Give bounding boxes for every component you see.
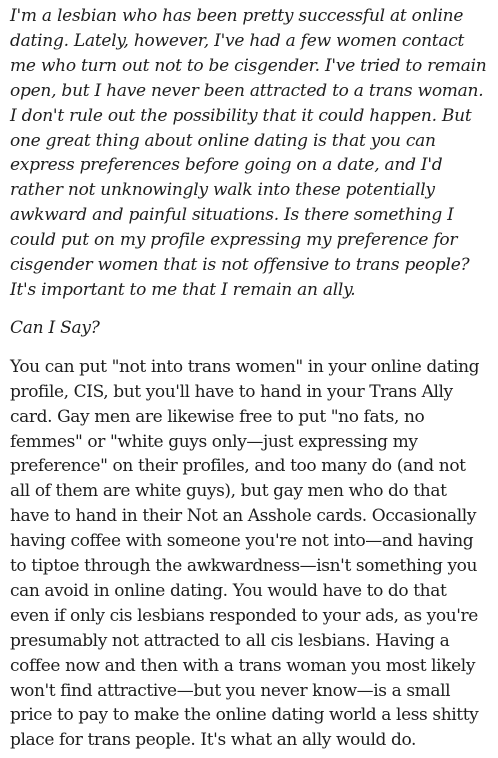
letter-signoff: Can I Say?: [10, 317, 100, 338]
advice-column: I'm a lesbian who has been pretty succes…: [10, 4, 488, 753]
columnist-answer: You can put "not into trans women" in yo…: [10, 356, 480, 751]
reader-letter: I'm a lesbian who has been pretty succes…: [10, 6, 487, 300]
